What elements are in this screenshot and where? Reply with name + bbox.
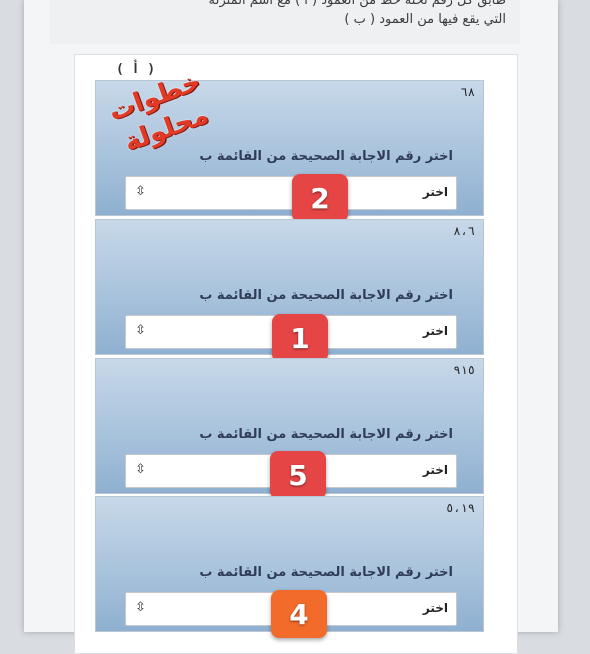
row-number: ٩١٥ (453, 363, 475, 377)
row-prompt: اختر رقم الاجابة الصحيحة من القائمة ب (199, 565, 453, 580)
updown-chevron-icon: ⇳ (135, 600, 146, 615)
instructions-box: طابق كل رقم تحته خط من العمود ( أ ) مع ا… (50, 0, 520, 44)
instructions-line-2: التي يقع فيها من العمود ( ب ) (344, 12, 506, 27)
select-value: اختر (422, 324, 448, 338)
answer-badge-4: 4 (271, 590, 327, 638)
instructions-line-1: طابق كل رقم تحته خط من العمود ( أ ) مع ا… (208, 0, 506, 8)
answer-badge-1: 2 (292, 174, 348, 222)
select-value: اختر (422, 463, 448, 477)
row-prompt: اختر رقم الاجابة الصحيحة من القائمة ب (199, 288, 453, 303)
row-number: ٨،٦ (453, 224, 475, 238)
column-a-label: ( أ ) (116, 62, 156, 77)
select-value: اختر (422, 601, 448, 615)
answer-badge-3: 5 (270, 451, 326, 499)
updown-chevron-icon: ⇳ (135, 462, 146, 477)
row-number: ٦٨ (460, 85, 475, 99)
answer-select-1[interactable]: اختر ⇳ (125, 176, 457, 210)
row-number: ٥،١٩ (446, 501, 475, 515)
row-prompt: اختر رقم الاجابة الصحيحة من القائمة ب (199, 427, 453, 442)
answer-badge-2: 1 (272, 314, 328, 362)
updown-chevron-icon: ⇳ (135, 323, 146, 338)
select-value: اختر (422, 185, 448, 199)
